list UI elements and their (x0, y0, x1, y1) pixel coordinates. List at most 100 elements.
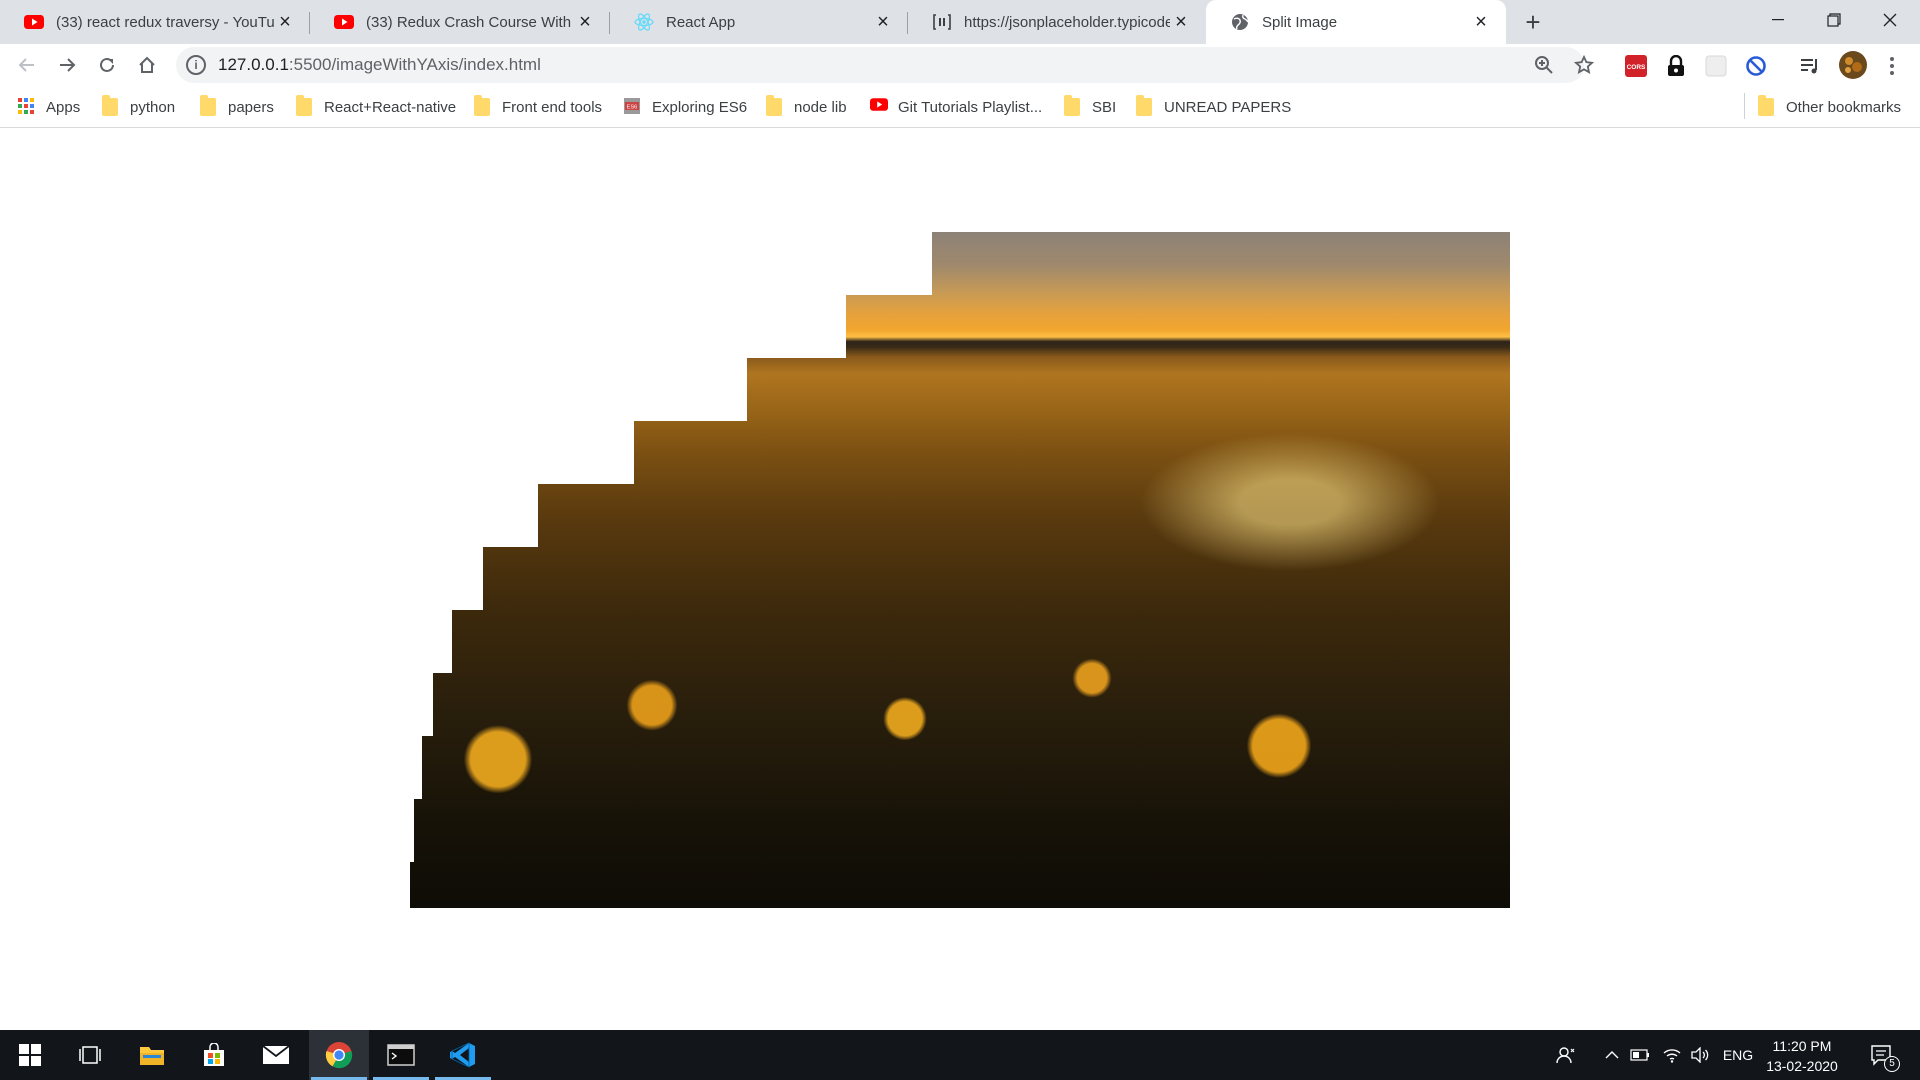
bookmark-unread-papers[interactable]: UNREAD PAPERS (1136, 95, 1291, 119)
bookmark-label: UNREAD PAPERS (1164, 98, 1292, 116)
es6-icon: ES6 (624, 98, 640, 116)
bookmark-react-native[interactable]: React+React-native (296, 95, 456, 119)
lock-extension-icon[interactable] (1664, 54, 1688, 78)
globe-icon (1230, 12, 1250, 32)
folder-icon (296, 95, 312, 116)
folder-icon (474, 95, 490, 116)
zoom-icon[interactable] (1532, 53, 1556, 77)
bookmarks-bar: Apps python papers React+React-native Fr… (0, 86, 1920, 128)
bookmark-sbi[interactable]: SBI (1064, 95, 1116, 119)
block-extension-icon[interactable] (1744, 54, 1768, 78)
restore-button[interactable] (1806, 0, 1862, 40)
chrome-taskbar-icon[interactable] (309, 1030, 369, 1080)
bookmark-papers[interactable]: papers (200, 95, 274, 119)
cors-label: CORS (1627, 64, 1646, 71)
new-tab-button[interactable]: + (1519, 7, 1547, 37)
folder-icon (1064, 95, 1080, 116)
bookmark-apps[interactable]: Apps (18, 95, 80, 119)
bookmark-label: papers (228, 98, 274, 116)
bookmark-label: Other bookmarks (1786, 98, 1902, 116)
bookmark-star-icon[interactable] (1572, 53, 1596, 77)
bookmark-git-tutorials[interactable]: Git Tutorials Playlist... (870, 95, 1042, 119)
image-slice (422, 736, 1510, 799)
tab-title: (33) Redux Crash Course With React (366, 13, 574, 31)
notification-center-icon[interactable]: 5 (1862, 1030, 1902, 1080)
wifi-icon[interactable] (1660, 1030, 1684, 1080)
bookmarks-separator (1744, 93, 1745, 119)
avatar[interactable] (1838, 50, 1868, 80)
bookmark-node-lib[interactable]: node lib (766, 95, 847, 119)
clock-date: 13-02-2020 (1766, 1058, 1838, 1074)
jsonplaceholder-icon (932, 12, 952, 32)
bookmark-label: Apps (46, 98, 81, 116)
url-host: 127.0.0.1 (218, 55, 289, 74)
bookmark-label: React+React-native (324, 98, 457, 116)
bookmark-label: node lib (794, 98, 847, 116)
image-slice (932, 232, 1510, 295)
image-slice (747, 358, 1510, 421)
tab-title: React App (666, 13, 736, 31)
tab-title: (33) react redux traversy - YouTube (56, 13, 274, 31)
url-text[interactable]: 127.0.0.1:5500/imageWithYAxis/index.html (218, 55, 541, 75)
bookmark-python[interactable]: python (102, 95, 175, 119)
language-indicator[interactable]: ENG (1716, 1030, 1760, 1080)
media-queue-icon[interactable] (1798, 54, 1822, 78)
tab-youtube-redux[interactable]: (33) Redux Crash Course With React × (310, 0, 610, 44)
page-content (0, 129, 1920, 1030)
close-icon[interactable]: × (1470, 11, 1492, 33)
file-explorer-icon[interactable] (122, 1030, 182, 1080)
image-slice (538, 484, 1510, 547)
tab-jsonplaceholder[interactable]: https://jsonplaceholder.typicode.com × (908, 0, 1206, 44)
start-button[interactable] (0, 1030, 60, 1080)
close-window-button[interactable] (1862, 0, 1918, 40)
close-icon[interactable]: × (1170, 11, 1192, 33)
folder-icon (1136, 95, 1152, 116)
info-icon[interactable]: i (186, 55, 206, 75)
terminal-icon[interactable] (371, 1030, 431, 1080)
chevron-up-icon[interactable] (1600, 1030, 1624, 1080)
address-bar[interactable]: i 127.0.0.1:5500/imageWithYAxis/index.ht… (176, 47, 1594, 83)
people-icon[interactable] (1554, 1030, 1578, 1080)
image-slice (483, 547, 1510, 610)
battery-icon[interactable] (1628, 1030, 1652, 1080)
apps-grid-icon (18, 98, 34, 116)
folder-icon (766, 95, 782, 116)
close-icon[interactable]: × (872, 11, 894, 33)
bookmark-label: Exploring ES6 (652, 98, 748, 116)
volume-icon[interactable] (1688, 1030, 1712, 1080)
mail-icon[interactable] (246, 1030, 306, 1080)
vscode-icon[interactable] (433, 1030, 493, 1080)
image-slice (414, 799, 1510, 862)
close-icon[interactable]: × (274, 11, 296, 33)
youtube-icon (334, 12, 354, 32)
image-slice (452, 610, 1510, 673)
bookmark-label: Git Tutorials Playlist... (898, 98, 1043, 116)
store-icon[interactable] (184, 1030, 244, 1080)
minimize-button[interactable] (1750, 0, 1806, 40)
reload-button[interactable] (92, 50, 122, 80)
tab-youtube-traversy[interactable]: (33) react redux traversy - YouTube × (0, 0, 310, 44)
home-button[interactable] (132, 50, 162, 80)
cors-extension-icon[interactable]: CORS (1624, 54, 1648, 78)
tab-title: https://jsonplaceholder.typicode.com (964, 13, 1170, 31)
close-icon[interactable]: × (574, 11, 596, 33)
bookmark-exploring-es6[interactable]: ES6 Exploring ES6 (624, 95, 747, 119)
svg-text:ES6: ES6 (627, 105, 637, 111)
bookmark-label: SBI (1092, 98, 1117, 116)
bookmark-other[interactable]: Other bookmarks (1758, 95, 1901, 119)
youtube-icon (24, 12, 44, 32)
blank-extension-icon[interactable] (1704, 54, 1728, 78)
image-slice (846, 295, 1510, 358)
menu-kebab-icon[interactable] (1880, 54, 1904, 78)
tab-strip: (33) react redux traversy - YouTube × (3… (0, 0, 1920, 44)
tab-split-image[interactable]: Split Image × (1206, 0, 1506, 44)
back-button[interactable] (12, 50, 42, 80)
image-slice (433, 673, 1510, 736)
clock[interactable]: 11:20 PM 13-02-2020 (1760, 1036, 1844, 1076)
task-view-icon[interactable] (60, 1030, 120, 1080)
forward-button[interactable] (52, 50, 82, 80)
tab-react-app[interactable]: React App × (610, 0, 908, 44)
youtube-icon (870, 98, 888, 116)
bookmark-front-end-tools[interactable]: Front end tools (474, 95, 602, 119)
browser-toolbar: i 127.0.0.1:5500/imageWithYAxis/index.ht… (0, 44, 1920, 86)
